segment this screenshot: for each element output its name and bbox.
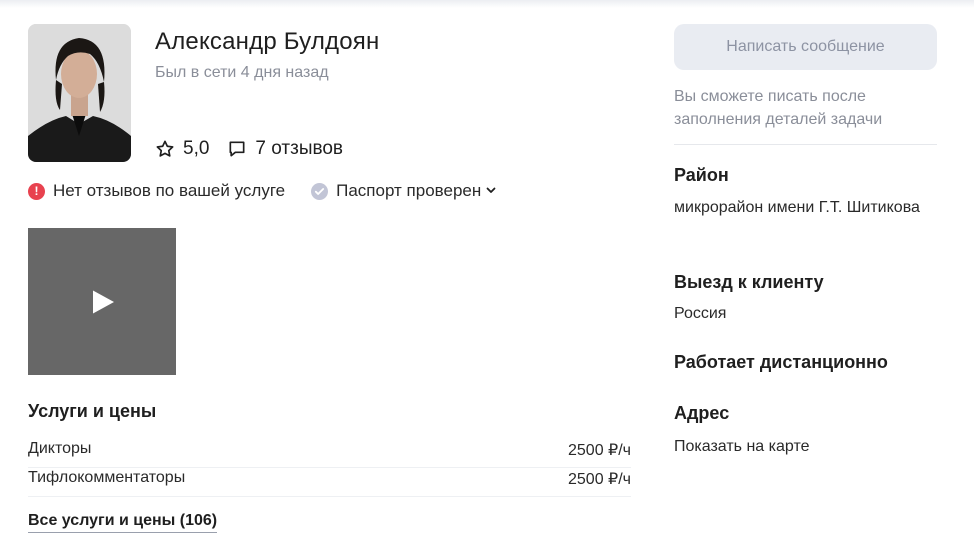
reviews-link[interactable]: 7 отзывов [255, 138, 343, 160]
services-heading: Услуги и цены [28, 401, 157, 421]
service-price: 2500 ₽/ч [568, 471, 631, 488]
address-heading: Адрес [674, 403, 730, 423]
rating-value: 5,0 [183, 138, 210, 159]
service-name: Дикторы [28, 440, 92, 457]
district-value: микрорайон имени Г.Т. Шитикова [674, 199, 920, 216]
speech-bubble-icon[interactable] [227, 139, 247, 159]
service-row: Тифлокомментаторы 2500 ₽/ч [28, 469, 631, 497]
all-services-link[interactable]: Все услуги и цены (106) [28, 512, 218, 533]
play-icon[interactable] [90, 289, 116, 320]
last-seen-status: Был в сети 4 дня назад [155, 64, 329, 81]
no-reviews-badge: Нет отзывов по вашей услуге [53, 181, 286, 200]
service-name: Тифлокомментаторы [28, 469, 186, 486]
check-badge-icon [311, 182, 329, 200]
passport-verified-toggle[interactable]: Паспорт проверен [336, 181, 481, 201]
video-thumbnail[interactable] [28, 228, 176, 375]
avatar [28, 24, 131, 162]
badges-row: ! Нет отзывов по вашей услуге Паспорт пр… [28, 181, 497, 201]
profile-name: Александр Булдоян [155, 28, 380, 55]
header-shadow [0, 0, 974, 8]
divider [674, 144, 937, 145]
remote-work-heading: Работает дистанционно [674, 352, 888, 372]
district-heading: Район [674, 165, 729, 185]
rating-row: 5,0 7 отзывов [155, 138, 343, 160]
write-message-button[interactable]: Написать сообщение [674, 24, 937, 70]
star-outline-icon [155, 139, 175, 159]
show-on-map-link[interactable]: Показать на карте [674, 435, 934, 459]
chevron-down-icon[interactable] [485, 181, 497, 201]
message-note: Вы сможете писать после заполнения детал… [674, 88, 883, 128]
service-price: 2500 ₽/ч [568, 442, 631, 459]
visit-heading: Выезд к клиенту [674, 272, 824, 292]
service-row: Дикторы 2500 ₽/ч [28, 440, 631, 468]
visit-value: Россия [674, 305, 727, 322]
exclamation-circle-icon: ! [28, 182, 45, 200]
